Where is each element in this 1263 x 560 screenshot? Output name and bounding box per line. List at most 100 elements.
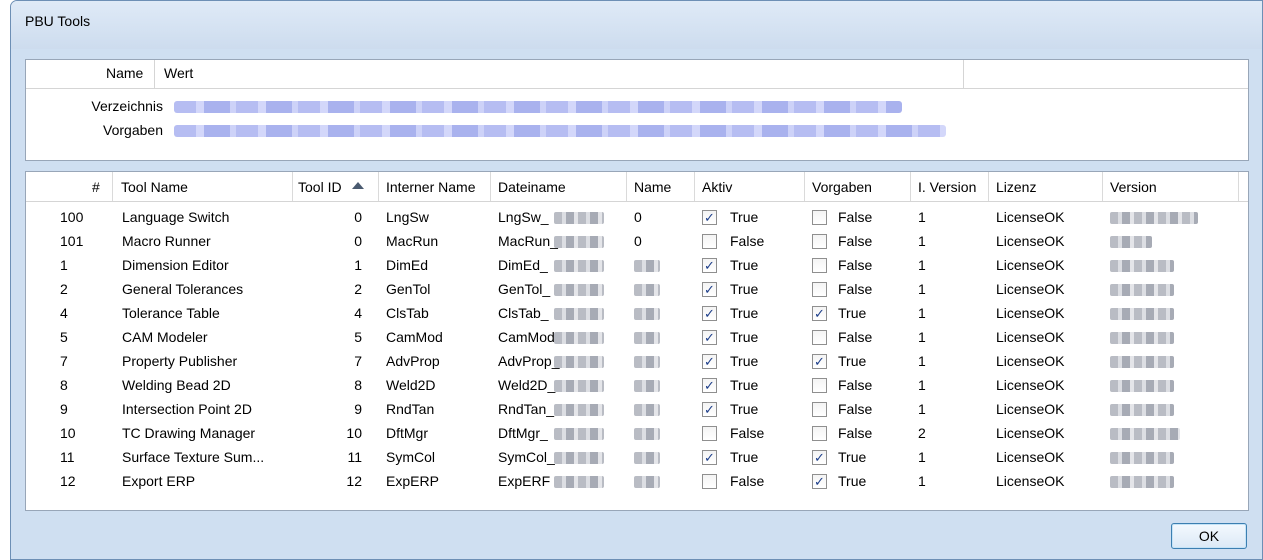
properties-header-name[interactable]: Name <box>106 65 143 81</box>
col-header-tool-name[interactable]: Tool Name <box>121 179 188 195</box>
table-row[interactable]: 10 TC Drawing Manager 10 DftMgr DftMgr_ False… <box>26 422 1248 446</box>
cell-filename: MacRun_ <box>498 233 558 249</box>
cell-vorgaben-text: False <box>838 257 873 273</box>
cell-lizenz: LicenseOK <box>996 353 1065 369</box>
table-row[interactable]: 7 Property Publisher 7 AdvProp AdvProp_ ✓ True… <box>26 350 1248 374</box>
table-row[interactable]: 4 Tolerance Table 4 ClsTab ClsTab_ ✓ True ✓ True… <box>26 302 1248 326</box>
table-row[interactable]: 5 CAM Modeler 5 CamMod CamMod ✓ True False 1 Lice… <box>26 326 1248 350</box>
cell-aktiv-text: True <box>730 257 759 273</box>
cell-internal-name: CamMod <box>386 329 443 345</box>
cell-tool-name: TC Drawing Manager <box>122 425 256 441</box>
col-header-aktiv[interactable]: Aktiv <box>702 179 732 195</box>
aktiv-checkbox[interactable] <box>702 474 717 489</box>
cell-tool-name: Welding Bead 2D <box>122 377 231 393</box>
vorgaben-checkbox[interactable] <box>812 402 827 417</box>
vorgaben-checkbox[interactable]: ✓ <box>812 474 827 489</box>
aktiv-checkbox[interactable]: ✓ <box>702 378 717 393</box>
cell-tool-id: 8 <box>354 377 362 393</box>
aktiv-checkbox[interactable]: ✓ <box>702 210 717 225</box>
table-row[interactable]: 9 Intersection Point 2D 9 RndTan RndTan_ ✓ Tru… <box>26 398 1248 422</box>
col-header-num[interactable]: # <box>92 179 100 195</box>
col-header-tool-id[interactable]: Tool ID <box>298 179 342 195</box>
cell-tool-id: 9 <box>354 401 362 417</box>
cell-filename-redacted <box>554 452 604 464</box>
cell-name-redacted <box>634 428 660 440</box>
title-bar[interactable]: PBU Tools <box>11 1 1262 49</box>
cell-internal-name: LngSw <box>386 209 429 225</box>
aktiv-checkbox[interactable] <box>702 426 717 441</box>
property-row-verzeichnis[interactable]: Verzeichnis <box>26 96 1248 116</box>
cell-name: 0 <box>634 209 642 225</box>
cell-iversion: 1 <box>918 401 926 417</box>
vorgaben-checkbox[interactable] <box>812 426 827 441</box>
property-row-vorgaben[interactable]: Vorgaben <box>26 120 1248 140</box>
cell-filename-redacted <box>554 308 604 320</box>
vorgaben-checkbox[interactable] <box>812 258 827 273</box>
col-header-iversion[interactable]: I. Version <box>918 179 976 195</box>
cell-tool-name: Surface Texture Sum... <box>122 449 265 465</box>
aktiv-checkbox[interactable]: ✓ <box>702 306 717 321</box>
cell-name-redacted <box>634 356 660 368</box>
cell-vorgaben-text: True <box>838 305 867 321</box>
col-header-vorgaben[interactable]: Vorgaben <box>812 179 872 195</box>
table-row[interactable]: 8 Welding Bead 2D 8 Weld2D Weld2D_ ✓ True False… <box>26 374 1248 398</box>
cell-vorgaben-text: True <box>838 353 867 369</box>
cell-tool-name: CAM Modeler <box>122 329 208 345</box>
table-row[interactable]: 12 Export ERP 12 ExpERP ExpERF False ✓ True 1 Lic… <box>26 470 1248 494</box>
vorgaben-checkbox[interactable]: ✓ <box>812 450 827 465</box>
table-row[interactable]: 1 Dimension Editor 1 DimEd DimEd_ ✓ True False 1… <box>26 254 1248 278</box>
cell-vorgaben-text: False <box>838 281 873 297</box>
col-header-name[interactable]: Name <box>634 179 671 195</box>
aktiv-checkbox[interactable]: ✓ <box>702 258 717 273</box>
cell-vorgaben-text: False <box>838 425 873 441</box>
cell-tool-name: Tolerance Table <box>122 305 220 321</box>
cell-filename: AdvProp_ <box>498 353 560 369</box>
cell-filename: RndTan_ <box>498 401 555 417</box>
vorgaben-checkbox[interactable] <box>812 234 827 249</box>
col-header-version[interactable]: Version <box>1110 179 1157 195</box>
aktiv-checkbox[interactable]: ✓ <box>702 450 717 465</box>
vorgaben-checkbox[interactable]: ✓ <box>812 306 827 321</box>
col-header-internal-name[interactable]: Interner Name <box>386 179 475 195</box>
aktiv-checkbox[interactable]: ✓ <box>702 354 717 369</box>
aktiv-checkbox[interactable]: ✓ <box>702 402 717 417</box>
vorgaben-checkbox[interactable] <box>812 282 827 297</box>
table-row[interactable]: 100 Language Switch 0 LngSw LngSw_ 0 ✓ True Fals… <box>26 206 1248 230</box>
table-row[interactable]: 11 Surface Texture Sum... 11 SymCol SymCol_ ✓… <box>26 446 1248 470</box>
cell-num: 8 <box>60 377 68 393</box>
aktiv-checkbox[interactable]: ✓ <box>702 282 717 297</box>
cell-version-redacted <box>1110 476 1174 488</box>
table-row[interactable]: 2 General Tolerances 2 GenTol GenTol_ ✓ True Fa… <box>26 278 1248 302</box>
cell-vorgaben-text: False <box>838 209 873 225</box>
cell-iversion: 1 <box>918 233 926 249</box>
col-header-filename[interactable]: Dateiname <box>498 179 566 195</box>
cell-iversion: 1 <box>918 209 926 225</box>
cell-num: 2 <box>60 281 68 297</box>
cell-num: 11 <box>60 449 75 465</box>
ok-button[interactable]: OK <box>1171 523 1247 549</box>
cell-internal-name: AdvProp <box>386 353 440 369</box>
cell-num: 100 <box>60 209 84 225</box>
properties-panel: Name Wert Verzeichnis Vorgaben <box>25 59 1249 161</box>
cell-version-redacted <box>1110 212 1198 224</box>
aktiv-checkbox[interactable]: ✓ <box>702 330 717 345</box>
cell-iversion: 1 <box>918 281 926 297</box>
properties-header: Name Wert <box>26 60 1248 89</box>
cell-tool-id: 11 <box>347 449 362 465</box>
cell-name-redacted <box>634 260 660 272</box>
aktiv-checkbox[interactable] <box>702 234 717 249</box>
cell-filename: ExpERF <box>498 473 551 489</box>
cell-name-redacted <box>634 308 660 320</box>
table-row[interactable]: 101 Macro Runner 0 MacRun MacRun_ 0 False False… <box>26 230 1248 254</box>
property-label: Verzeichnis <box>91 98 163 114</box>
vorgaben-checkbox[interactable]: ✓ <box>812 354 827 369</box>
properties-header-value[interactable]: Wert <box>164 65 193 81</box>
cell-num: 1 <box>60 257 68 273</box>
cell-aktiv-text: True <box>730 353 759 369</box>
col-header-lizenz[interactable]: Lizenz <box>996 179 1036 195</box>
vorgaben-checkbox[interactable] <box>812 210 827 225</box>
cell-vorgaben-text: True <box>838 473 867 489</box>
vorgaben-checkbox[interactable] <box>812 378 827 393</box>
vorgaben-checkbox[interactable] <box>812 330 827 345</box>
cell-filename: ClsTab_ <box>498 305 549 321</box>
